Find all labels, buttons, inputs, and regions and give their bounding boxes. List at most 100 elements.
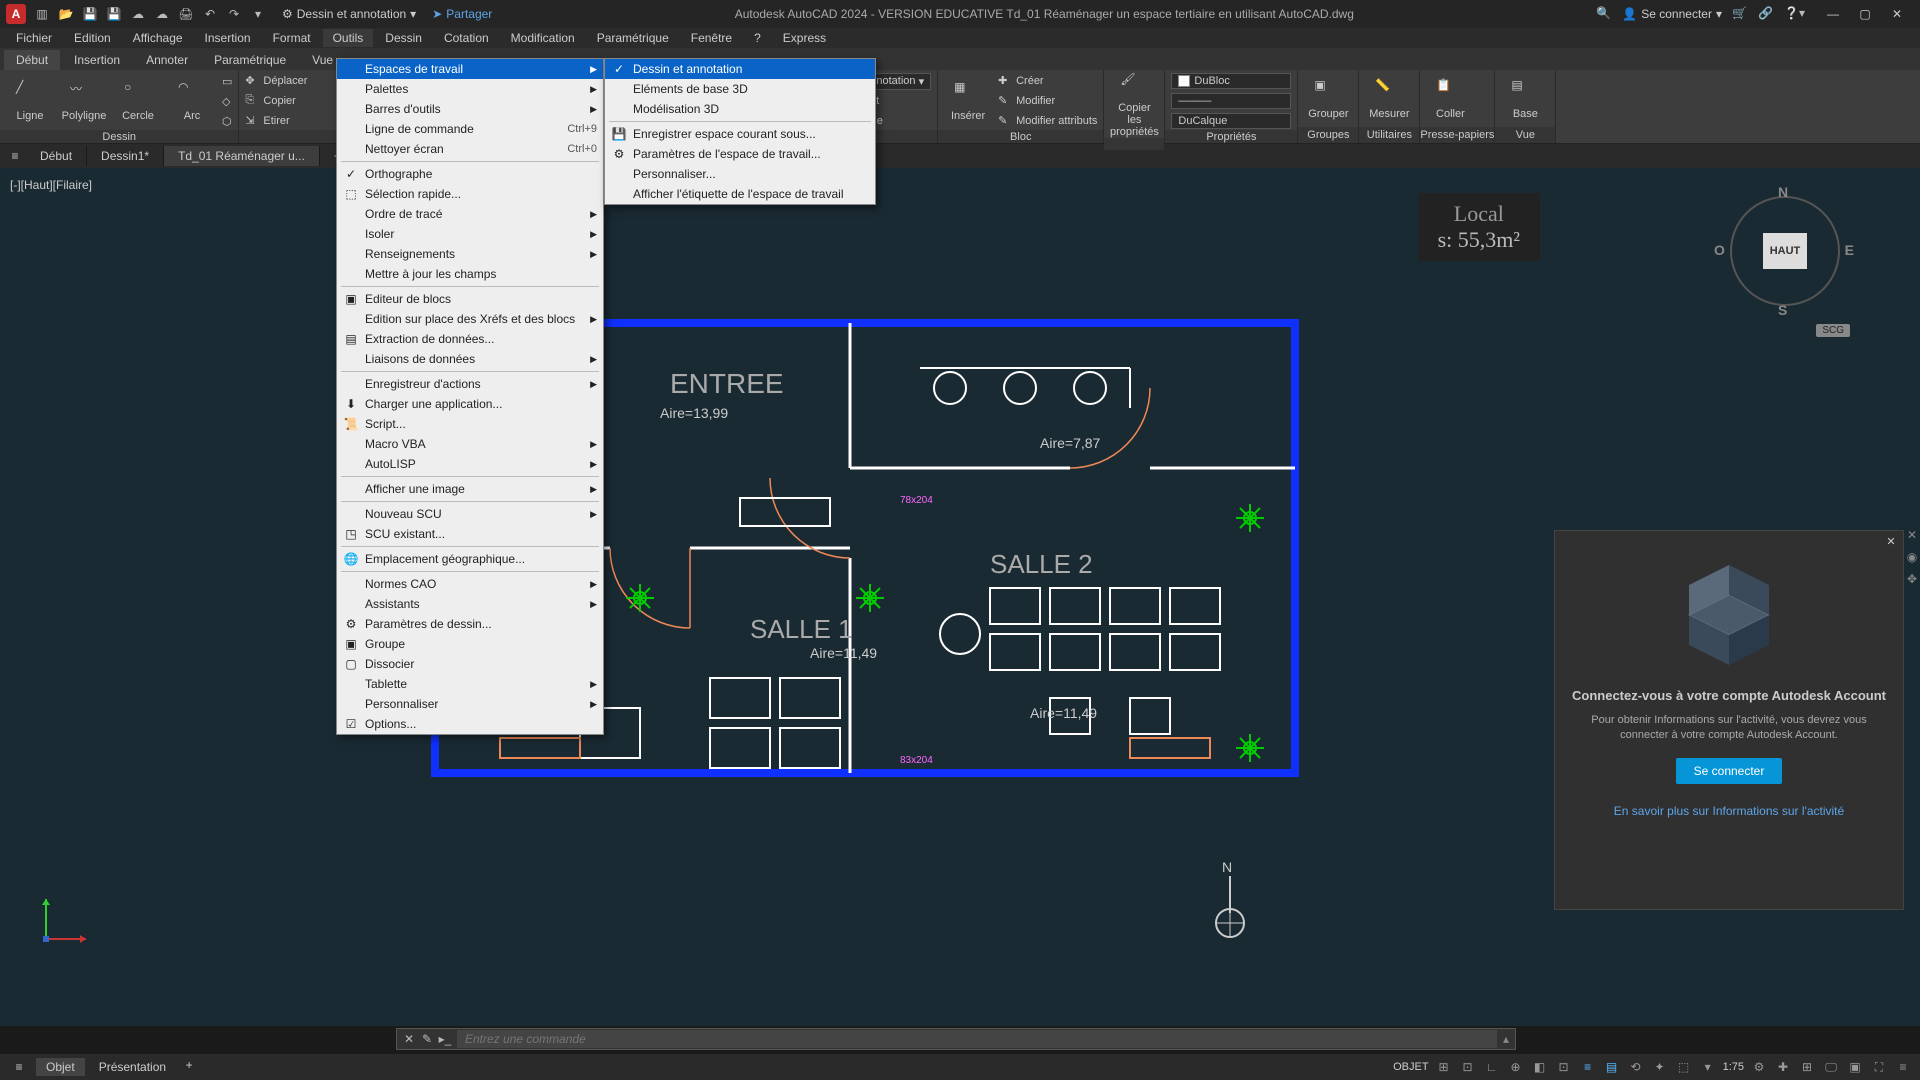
menu-item[interactable]: ⚙Paramètres de dessin... — [337, 614, 603, 634]
anno-vis-icon[interactable]: ✚ — [1774, 1058, 1792, 1076]
ribbon-tab-insertion[interactable]: Insertion — [62, 50, 132, 70]
scg-badge[interactable]: SCG — [1816, 324, 1850, 337]
menu-item[interactable]: ◳SCU existant... — [337, 524, 603, 544]
cloud-save-icon[interactable]: ☁ — [152, 4, 172, 24]
command-input[interactable] — [457, 1030, 1497, 1048]
iso-icon[interactable]: ◧ — [1531, 1058, 1549, 1076]
workspace-selector[interactable]: ⚙ Dessin et annotation ▾ — [276, 7, 422, 21]
menu-item[interactable]: ▢Dissocier — [337, 654, 603, 674]
line-tool[interactable]: ╱Ligne — [6, 80, 54, 122]
menu-item[interactable]: Ligne de commandeCtrl+9 — [337, 119, 603, 139]
menu-item[interactable]: Isoler▶ — [337, 224, 603, 244]
viewcube[interactable]: HAUT N S E O — [1720, 186, 1850, 316]
submenu-item[interactable]: Personnaliser... — [605, 164, 875, 184]
menu-item[interactable]: Enregistreur d'actions▶ — [337, 374, 603, 394]
ribbon-tab-annoter[interactable]: Annoter — [134, 50, 200, 70]
viewcube-o[interactable]: O — [1714, 242, 1725, 258]
workspace-icon[interactable]: ⊞ — [1798, 1058, 1816, 1076]
menubar-item-fichier[interactable]: Fichier — [6, 29, 62, 47]
menu-item[interactable]: Personnaliser▶ — [337, 694, 603, 714]
menubar-item-edition[interactable]: Edition — [64, 29, 121, 47]
layout-menu-icon[interactable]: ≡ — [8, 1056, 30, 1078]
customize-icon[interactable]: ≡ — [1894, 1058, 1912, 1076]
menubar-item-paramétrique[interactable]: Paramétrique — [587, 29, 679, 47]
menu-item[interactable]: Macro VBA▶ — [337, 434, 603, 454]
menu-item[interactable]: Tablette▶ — [337, 674, 603, 694]
redo-icon[interactable]: ↷ — [224, 4, 244, 24]
lineweight-icon[interactable]: ≡ — [1579, 1058, 1597, 1076]
sel-cycle-icon[interactable]: ⟲ — [1627, 1058, 1645, 1076]
viewcube-face[interactable]: HAUT — [1763, 233, 1807, 269]
submenu-item[interactable]: Modélisation 3D — [605, 99, 875, 119]
menu-item[interactable]: Liaisons de données▶ — [337, 349, 603, 369]
user-icon[interactable]: 👤 Se connecter ▾ — [1622, 7, 1722, 21]
menu-item[interactable]: Ordre de tracé▶ — [337, 204, 603, 224]
move-tool[interactable]: ✥Déplacer — [245, 72, 307, 90]
cmd-close-icon[interactable]: ✕ — [401, 1032, 417, 1046]
draw-extra-3[interactable]: ⬡ — [222, 112, 232, 130]
menubar-item-fenêtre[interactable]: Fenêtre — [681, 29, 742, 47]
menubar-item-dessin[interactable]: Dessin — [375, 29, 432, 47]
print-icon[interactable]: 🖨 — [176, 4, 196, 24]
viewcube-s[interactable]: S — [1778, 302, 1787, 318]
filetab-menu-icon[interactable]: ≡ — [4, 145, 26, 167]
menu-item[interactable]: ✓Orthographe — [337, 164, 603, 184]
draw-extra-2[interactable]: ◇ — [222, 92, 232, 110]
layout-tab-model[interactable]: Objet — [36, 1058, 85, 1076]
menu-item[interactable]: AutoLISP▶ — [337, 454, 603, 474]
close-button[interactable]: ✕ — [1884, 4, 1910, 24]
ribbon-tab-début[interactable]: Début — [4, 50, 60, 70]
menu-item[interactable]: Nettoyer écranCtrl+0 — [337, 139, 603, 159]
nav-bar[interactable]: ✕ ◉ ✥ — [1904, 528, 1920, 588]
menu-item[interactable]: Mettre à jour les champs — [337, 264, 603, 284]
block-create-button[interactable]: ✚Créer — [998, 72, 1097, 90]
submenu-item[interactable]: 💾Enregistrer espace courant sous... — [605, 124, 875, 144]
menu-item[interactable]: 📜Script... — [337, 414, 603, 434]
circle-tool[interactable]: ○Cercle — [114, 80, 162, 122]
filetab-start[interactable]: Début — [26, 146, 87, 166]
panel-signin-button[interactable]: Se connecter — [1676, 758, 1783, 784]
minimize-button[interactable]: ― — [1820, 4, 1846, 24]
menubar-item-express[interactable]: Express — [773, 29, 836, 47]
grid-icon[interactable]: ⊞ — [1435, 1058, 1453, 1076]
menu-item[interactable]: ⬚Sélection rapide... — [337, 184, 603, 204]
undo-icon[interactable]: ↶ — [200, 4, 220, 24]
hardware-icon[interactable]: ▣ — [1846, 1058, 1864, 1076]
saveas-icon[interactable]: 💾 — [104, 4, 124, 24]
search-icon[interactable]: 🔍 — [1596, 6, 1612, 22]
linetype-dropdown[interactable]: ――― — [1171, 93, 1291, 109]
app-store-icon[interactable]: 🛒 — [1732, 6, 1748, 22]
help-icon[interactable]: ❔▾ — [1784, 6, 1800, 22]
3dosnap-icon[interactable]: ✦ — [1651, 1058, 1669, 1076]
command-line[interactable]: ✕ ✎ ▸_ ▴ — [396, 1028, 1516, 1050]
block-attedit-button[interactable]: ✎Modifier attributs — [998, 112, 1097, 130]
menu-item[interactable]: ⬇Charger une application... — [337, 394, 603, 414]
group-button[interactable]: ▣Grouper — [1304, 78, 1352, 120]
cmd-dropdown-icon[interactable]: ▴ — [1497, 1032, 1515, 1046]
menu-item[interactable]: Renseignements▶ — [337, 244, 603, 264]
viewcube-n[interactable]: N — [1778, 184, 1788, 200]
snap-icon[interactable]: ⊡ — [1459, 1058, 1477, 1076]
submenu-item[interactable]: Afficher l'étiquette de l'espace de trav… — [605, 184, 875, 204]
viewport-label[interactable]: [-][Haut][Filaire] — [10, 178, 92, 192]
open-icon[interactable]: 📂 — [56, 4, 76, 24]
menu-item[interactable]: Assistants▶ — [337, 594, 603, 614]
sel-filter-icon[interactable]: ▾ — [1699, 1058, 1717, 1076]
navbar-wheel-icon[interactable]: ◉ — [1904, 550, 1920, 566]
layout-add-button[interactable]: + — [180, 1058, 198, 1076]
submenu-item[interactable]: ✓Dessin et annotation — [605, 59, 875, 79]
match-props-button[interactable]: 🖌Copier les propriétés — [1110, 72, 1158, 138]
color-dropdown[interactable]: DuBloc — [1171, 73, 1291, 89]
arc-tool[interactable]: ◠Arc — [168, 80, 216, 122]
viewcube-e[interactable]: E — [1845, 242, 1854, 258]
clean-icon[interactable]: ⛶ — [1870, 1058, 1888, 1076]
paste-button[interactable]: 📋Coller — [1426, 78, 1474, 120]
filetab-dessin1[interactable]: Dessin1* — [87, 146, 164, 166]
draw-extra-1[interactable]: ▭ — [222, 72, 232, 90]
menubar-item-format[interactable]: Format — [263, 29, 321, 47]
block-edit-button[interactable]: ✎Modifier — [998, 92, 1097, 110]
monitor-icon[interactable]: 🖵 — [1822, 1058, 1840, 1076]
menu-item[interactable]: ▤Extraction de données... — [337, 329, 603, 349]
menu-item[interactable]: Edition sur place des Xréfs et des blocs… — [337, 309, 603, 329]
app-logo[interactable]: A — [6, 4, 26, 24]
